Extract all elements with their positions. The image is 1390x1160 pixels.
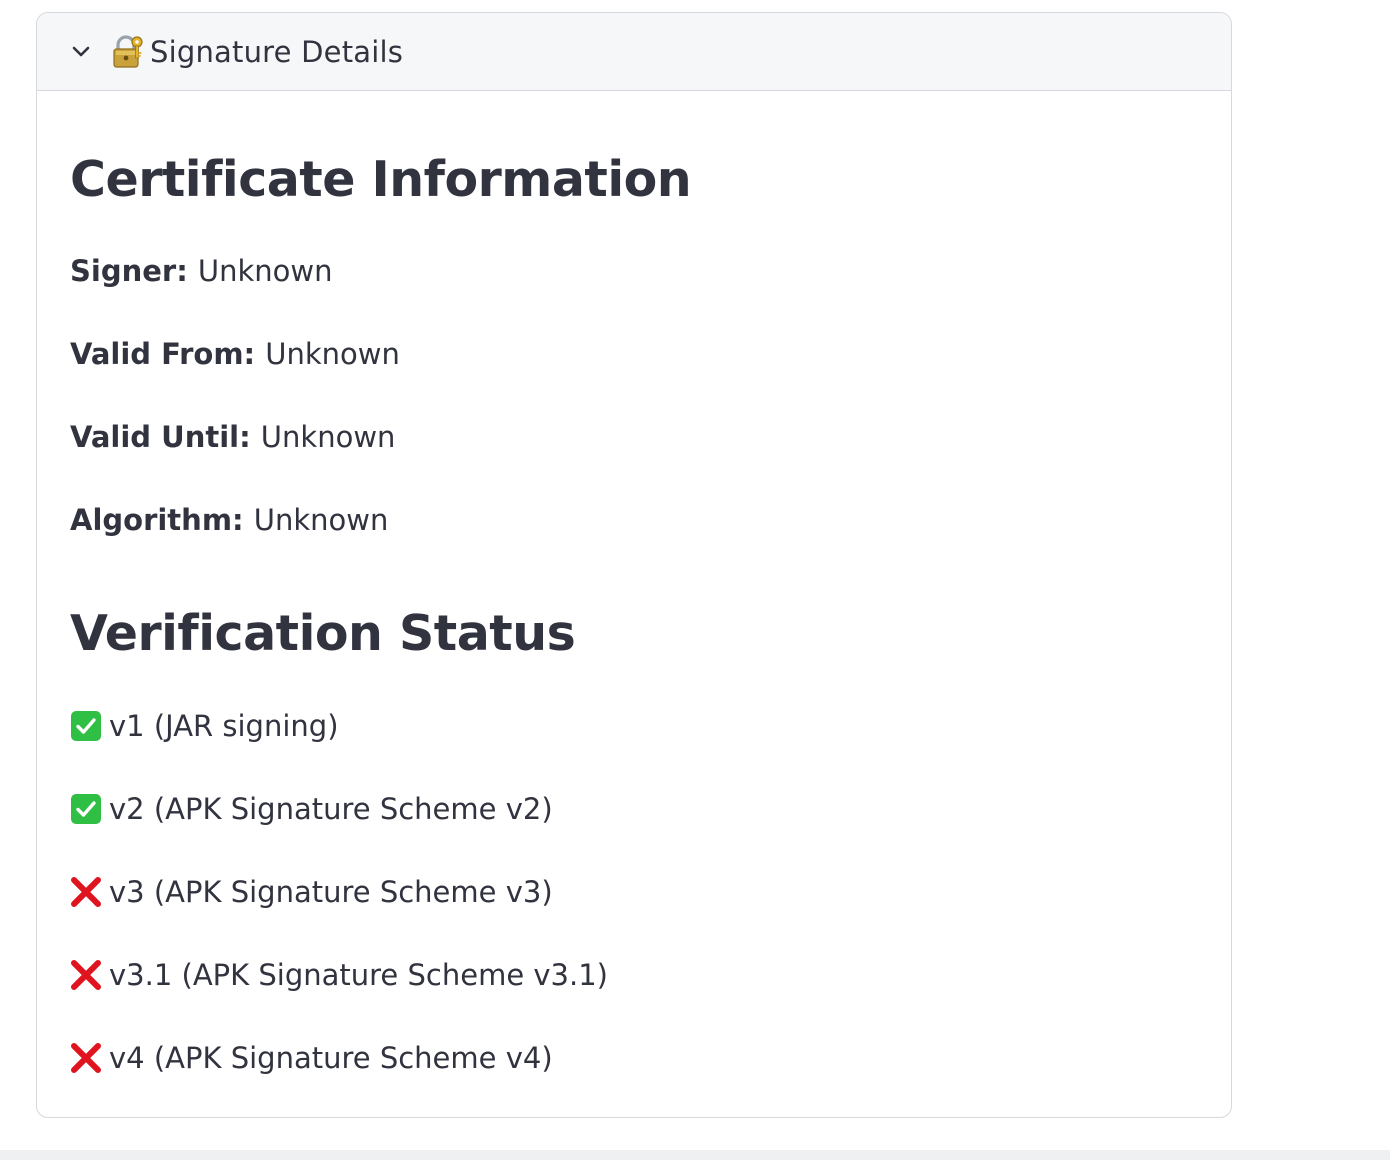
status-item-v3: v3 (APK Signature Scheme v3) <box>70 875 553 909</box>
field-label: Algorithm: <box>70 503 254 537</box>
chevron-down-icon[interactable] <box>70 41 92 63</box>
field-label: Valid From: <box>70 337 266 371</box>
check-mark-icon <box>70 793 102 825</box>
check-mark-icon <box>70 710 102 742</box>
status-item-v1: v1 (JAR signing) <box>70 709 339 743</box>
status-text: v4 (APK Signature Scheme v4) <box>109 1041 553 1075</box>
status-item-v4: v4 (APK Signature Scheme v4) <box>70 1041 553 1075</box>
locked-with-key-icon <box>112 34 144 69</box>
cross-mark-icon <box>70 1042 102 1074</box>
field-value: Unknown <box>253 503 389 537</box>
status-text: v3.1 (APK Signature Scheme v3.1) <box>109 958 608 992</box>
expander-header[interactable]: Signature Details <box>37 13 1231 91</box>
field-value: Unknown <box>265 337 400 371</box>
field-value: Unknown <box>197 254 333 288</box>
status-text: v1 (JAR signing) <box>109 709 339 743</box>
status-text: v2 (APK Signature Scheme v2) <box>109 792 553 826</box>
expander-title: Signature Details <box>150 34 404 69</box>
field-signer: Signer: Unknown <box>70 254 333 288</box>
verification-heading: Verification Status <box>70 605 576 662</box>
status-item-v2: v2 (APK Signature Scheme v2) <box>70 792 553 826</box>
field-valid-from: Valid From: Unknown <box>70 337 400 371</box>
status-item-v3-1: v3.1 (APK Signature Scheme v3.1) <box>70 958 608 992</box>
bottom-divider <box>0 1150 1390 1160</box>
certificate-heading: Certificate Information <box>70 151 692 208</box>
cross-mark-icon <box>70 876 102 908</box>
field-label: Valid Until: <box>70 420 261 454</box>
cross-mark-icon <box>70 959 102 991</box>
signature-details-expander: Signature Details Certificate Informatio… <box>36 12 1232 1118</box>
status-text: v3 (APK Signature Scheme v3) <box>109 875 553 909</box>
field-algorithm: Algorithm: Unknown <box>70 503 388 537</box>
field-value: Unknown <box>260 420 396 454</box>
field-valid-until: Valid Until: Unknown <box>70 420 395 454</box>
field-label: Signer: <box>70 254 198 288</box>
